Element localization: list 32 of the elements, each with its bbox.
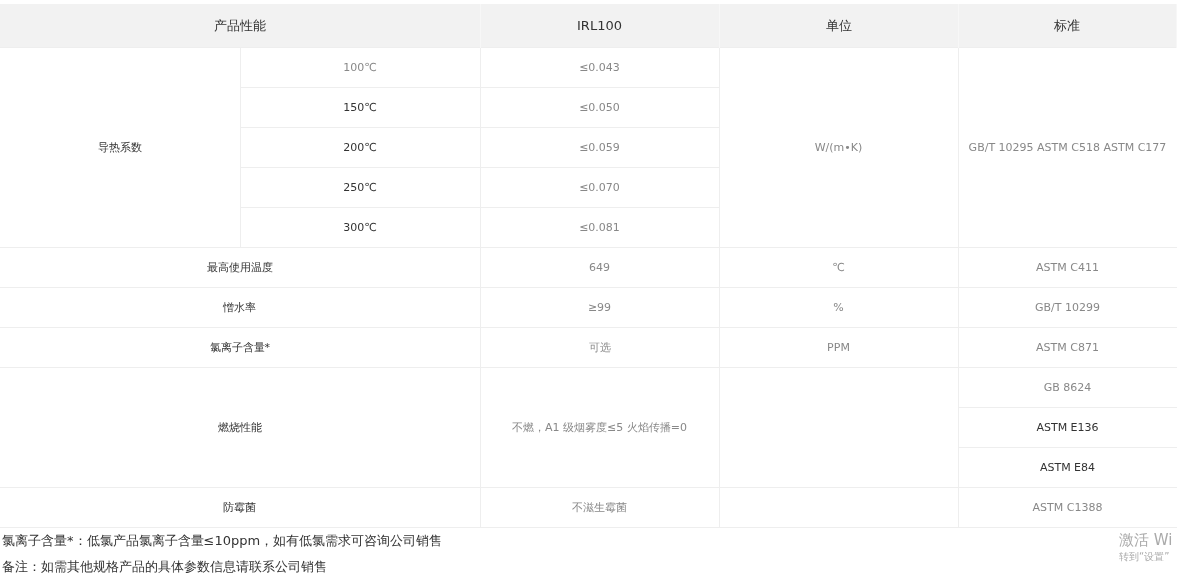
unit-cell: W/(m•K) [719,47,958,248]
property-cell: 氯离子含量* [0,327,480,368]
column-header: 标准 [958,4,1177,48]
temperature-cell: 300℃ [240,207,480,248]
value-cell: 不燃，A1 级烟雾度≤5 火焰传播=0 [480,367,719,488]
footnote: 氯离子含量*：低氯产品氯离子含量≤10ppm，如有低氯需求可咨询公司销售 [1,532,443,550]
standard-cell: GB/T 10295 ASTM C518 ASTM C177 [958,47,1177,248]
property-cell: 燃烧性能 [0,367,480,488]
value-cell: 649 [480,247,719,288]
property-cell: 防霉菌 [0,487,480,528]
property-cell: 最高使用温度 [0,247,480,288]
activation-notice-title: 激活 Wi [1119,531,1173,550]
column-header: IRL100 [480,4,719,48]
column-header: 产品性能 [0,4,480,48]
footnote: 备注：如需其他规格产品的具体参数信息请联系公司销售 [1,558,327,576]
property-cell: 导热系数 [0,47,240,248]
standard-cell: ASTM E84 [958,447,1177,488]
property-cell: 憎水率 [0,287,480,328]
temperature-cell: 200℃ [240,127,480,168]
standard-cell: ASTM E136 [958,407,1177,448]
unit-cell: % [719,287,958,328]
unit-cell: ℃ [719,247,958,288]
value-cell: 不滋生霉菌 [480,487,719,528]
column-header: 单位 [719,4,958,48]
value-cell: ≥99 [480,287,719,328]
activation-notice-hint: 转到“设置” [1119,550,1170,564]
value-cell: ≤0.043 [480,47,719,88]
temperature-cell: 100℃ [240,47,480,88]
value-cell: 可选 [480,327,719,368]
temperature-cell: 150℃ [240,87,480,128]
temperature-cell: 250℃ [240,167,480,208]
unit-cell: PPM [719,327,958,368]
